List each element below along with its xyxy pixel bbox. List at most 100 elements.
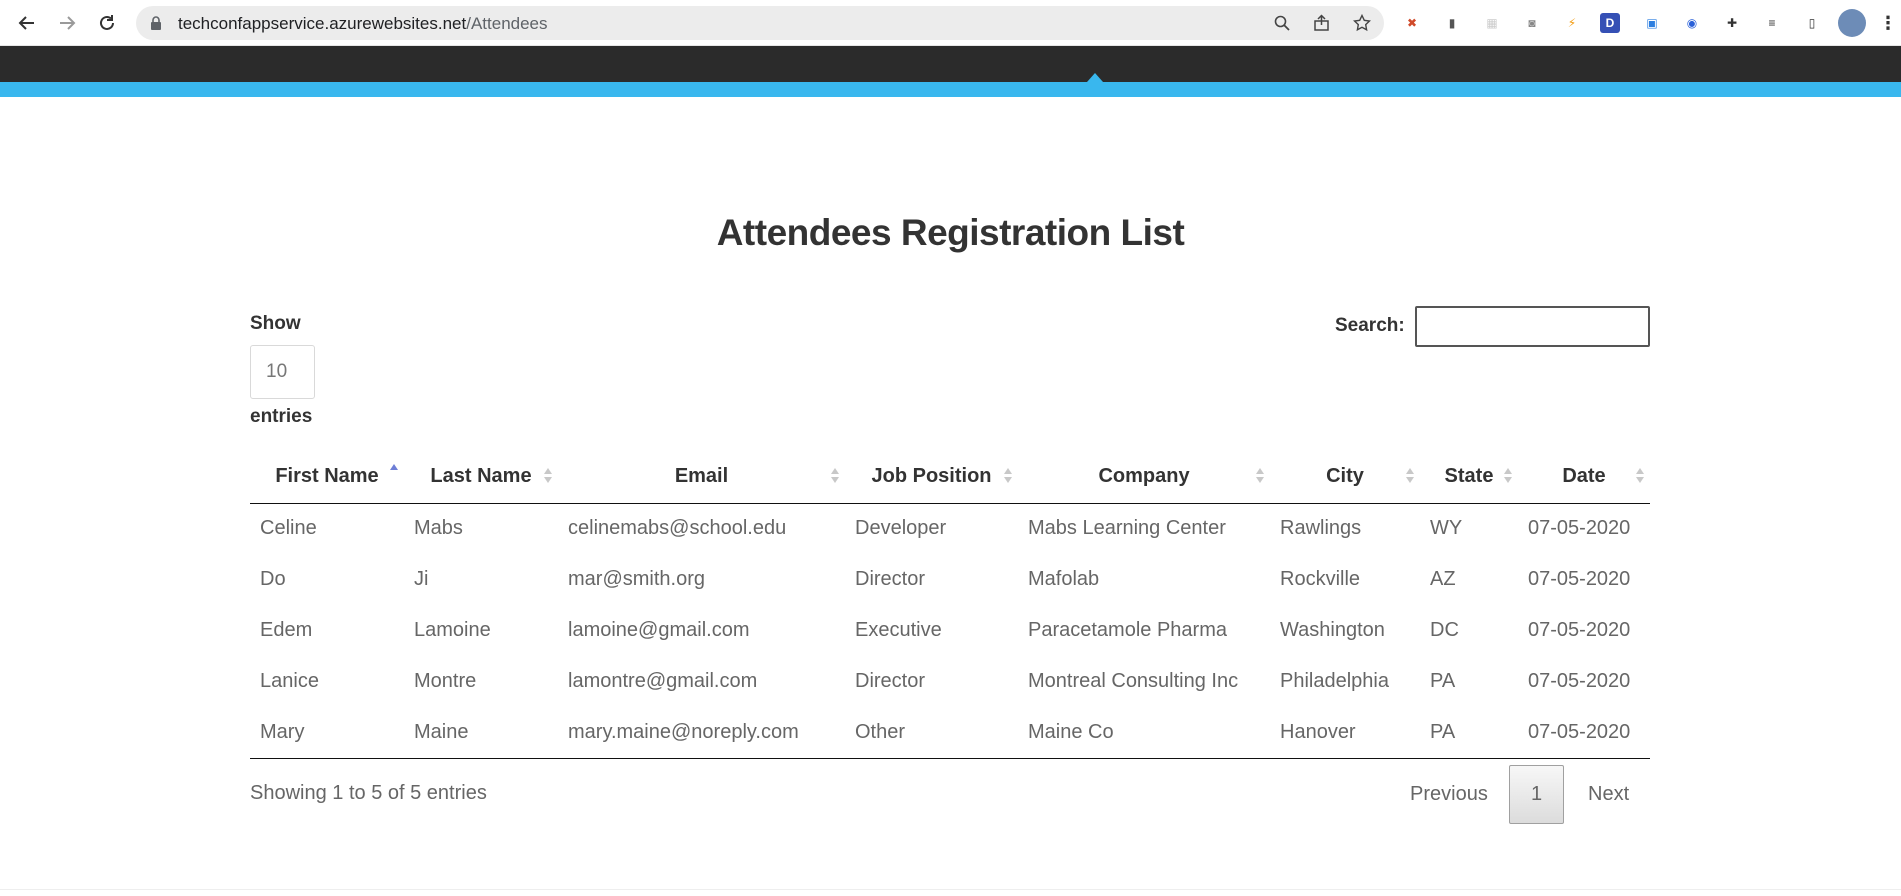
current-page-button[interactable]: 1: [1509, 765, 1564, 824]
column-label: Last Name: [430, 465, 532, 488]
active-nav-caret: [1087, 73, 1103, 82]
address-bar[interactable]: techconfappservice.azurewebsites.net/Att…: [136, 6, 1384, 40]
sort-ascending-icon: [390, 464, 398, 482]
cell-email: lamontre@gmail.com: [568, 670, 758, 692]
reload-icon[interactable]: [93, 9, 121, 37]
forward-icon[interactable]: [53, 9, 81, 37]
column-header-first-name[interactable]: First Name: [250, 451, 404, 504]
puzzle-x-icon[interactable]: ✖: [1400, 11, 1424, 35]
cell-city: Rockville: [1280, 568, 1361, 590]
cell-city: Washington: [1280, 619, 1385, 641]
profile-avatar[interactable]: [1838, 9, 1866, 37]
bookmark-star-icon[interactable]: [1351, 12, 1373, 34]
cell-first-name: Do: [260, 568, 286, 590]
cell-job-position: Director: [855, 568, 926, 590]
grid-icon[interactable]: ▦: [1480, 11, 1504, 35]
table-row: Mary Maine mary.maine@noreply.com Other …: [250, 707, 1650, 759]
column-label: First Name: [275, 465, 379, 488]
cell-company: Montreal Consulting Inc: [1028, 670, 1239, 692]
site-navbar: [0, 46, 1901, 82]
sort-both-icon: [1636, 468, 1644, 486]
extensions-puzzle-icon[interactable]: ✚: [1720, 11, 1744, 35]
cell-first-name: Mary: [250, 707, 404, 759]
column-header-city[interactable]: City: [1270, 451, 1420, 504]
share-icon[interactable]: [1311, 12, 1333, 34]
cell-city: Hanover: [1270, 707, 1420, 759]
column-label: Email: [674, 465, 729, 488]
column-label: Job Position: [871, 465, 992, 488]
cell-job-position: Director: [855, 670, 926, 692]
column-header-state[interactable]: State: [1420, 451, 1518, 504]
cell-last-name: Montre: [414, 670, 477, 692]
sort-both-icon: [831, 468, 839, 486]
url-host: techconfappservice.azurewebsites.net: [178, 14, 467, 33]
cell-job-position: Executive: [855, 619, 942, 641]
cell-first-name: Celine: [260, 517, 317, 540]
table-row: Edem Lamoine lamoine@gmail.com Executive…: [250, 605, 1650, 656]
d-letter-icon[interactable]: D: [1600, 13, 1620, 33]
sidebar-icon[interactable]: ▯: [1800, 11, 1824, 35]
cell-state: PA: [1420, 707, 1518, 759]
show-label: Show: [250, 313, 301, 334]
page-bottom-divider: [0, 889, 1901, 890]
menu-dots-icon[interactable]: ⋮: [1876, 11, 1900, 35]
zoom-icon[interactable]: [1271, 12, 1293, 34]
cell-first-name: Lanice: [260, 670, 319, 692]
table-header-row: First Name Last Name Email Job Position …: [250, 451, 1650, 504]
column-header-last-name[interactable]: Last Name: [404, 451, 558, 504]
entries-length-select[interactable]: 10: [250, 345, 315, 399]
playlist-icon[interactable]: ≡: [1760, 11, 1784, 35]
column-label: Company: [1098, 465, 1190, 488]
cell-email: celinemabs@school.edu: [568, 517, 787, 540]
window-icon[interactable]: ▣: [1640, 11, 1664, 35]
cell-last-name: Mabs: [414, 517, 463, 540]
cell-last-name: Ji: [414, 568, 429, 590]
table-row: Lanice Montre lamontre@gmail.com Directo…: [250, 656, 1650, 707]
cell-company: Mabs Learning Center: [1028, 517, 1226, 540]
next-page-button[interactable]: Next: [1588, 765, 1629, 823]
column-label: Date: [1562, 465, 1606, 488]
cell-last-name: Maine: [404, 707, 558, 759]
circle-logo-icon[interactable]: ◉: [1680, 11, 1704, 35]
lightning-icon[interactable]: ⚡: [1560, 11, 1584, 35]
sort-both-icon: [1004, 468, 1012, 486]
cell-date: 07-05-2020: [1528, 517, 1631, 540]
sort-both-icon: [1406, 468, 1414, 486]
sort-both-icon: [544, 468, 552, 486]
cell-city: Rawlings: [1280, 517, 1362, 540]
cell-job-position: Developer: [855, 517, 947, 540]
cell-state: AZ: [1430, 568, 1456, 590]
cell-date: 07-05-2020: [1518, 707, 1650, 759]
table-info-text: Showing 1 to 5 of 5 entries: [250, 782, 487, 804]
table-row: Do Ji mar@smith.org Director Mafolab Roc…: [250, 554, 1650, 605]
lock-icon[interactable]: [148, 15, 164, 31]
column-header-date[interactable]: Date: [1518, 451, 1650, 504]
sort-both-icon: [1504, 468, 1512, 486]
column-header-company[interactable]: Company: [1018, 451, 1270, 504]
previous-page-button[interactable]: Previous: [1410, 765, 1488, 823]
attendees-table: First Name Last Name Email Job Position …: [250, 451, 1650, 759]
search-input[interactable]: [1415, 306, 1650, 347]
camera-icon[interactable]: ◙: [1520, 11, 1544, 35]
back-icon[interactable]: [13, 9, 41, 37]
cell-city: Philadelphia: [1280, 670, 1389, 692]
column-label: State: [1444, 465, 1494, 488]
cell-date: 07-05-2020: [1528, 619, 1631, 641]
url-path: /Attendees: [466, 14, 548, 33]
phone-icon[interactable]: ▮: [1440, 11, 1464, 35]
url-text[interactable]: techconfappservice.azurewebsites.net/Att…: [178, 14, 548, 34]
page-title: Attendees Registration List: [716, 212, 1185, 253]
cell-state: WY: [1430, 517, 1463, 540]
entries-label: entries: [250, 406, 313, 427]
table-row: Celine Mabs celinemabs@school.edu Develo…: [250, 503, 1650, 554]
cell-state: DC: [1430, 619, 1459, 641]
cell-company: Maine Co: [1018, 707, 1270, 759]
column-header-email[interactable]: Email: [558, 451, 845, 504]
cell-first-name: Edem: [260, 619, 313, 641]
column-header-job-position[interactable]: Job Position: [845, 451, 1018, 504]
sort-both-icon: [1256, 468, 1264, 486]
cell-state: PA: [1430, 670, 1456, 692]
cell-last-name: Lamoine: [414, 619, 491, 641]
cell-email: mary.maine@noreply.com: [558, 707, 845, 759]
accent-strip: [0, 82, 1901, 97]
